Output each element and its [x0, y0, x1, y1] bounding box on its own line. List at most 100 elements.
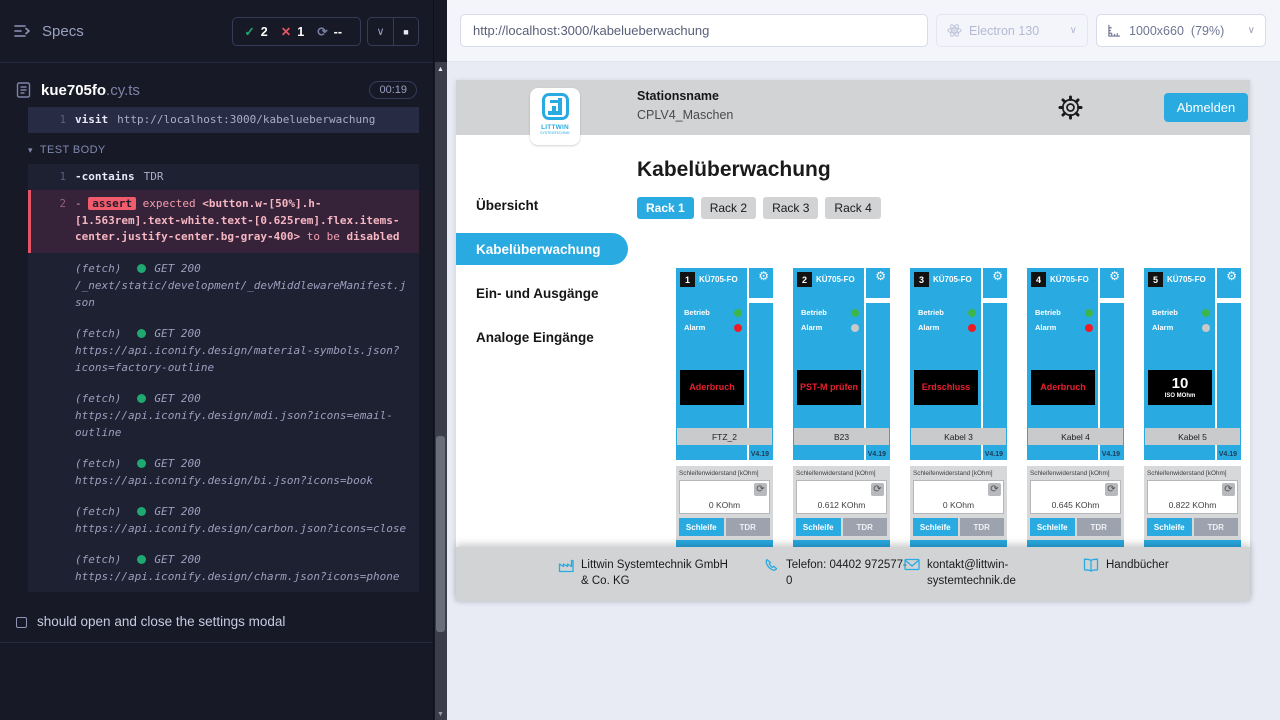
- module-number: 4: [1031, 272, 1046, 287]
- command-row-visit[interactable]: 1 visit http://localhost:3000/kabelueber…: [28, 107, 419, 133]
- module-gear-icon[interactable]: ⚙: [1109, 270, 1120, 282]
- module-display: Aderbruch: [1031, 370, 1095, 405]
- fetch-log-row[interactable]: (fetch) GET 200 https://api.iconify.desi…: [28, 496, 419, 544]
- viewport-size: 1000x660: [1129, 24, 1184, 38]
- cable-label: B23: [794, 428, 889, 445]
- fetch-url: https://api.iconify.design/mdi.json?icon…: [75, 407, 409, 441]
- logo-subtext: SYSTEMTECHNIK: [540, 131, 570, 135]
- test-body-section-header[interactable]: ▾ TEST BODY: [0, 133, 433, 164]
- browser-select[interactable]: Electron 130 ∨: [936, 14, 1088, 47]
- resistance-label: Schleifenwiderstand [kOhm]: [1030, 470, 1121, 477]
- tab-rack-1[interactable]: Rack 1: [637, 197, 694, 219]
- page-title: Kabelüberwachung: [637, 158, 1250, 182]
- betrieb-led: [851, 309, 859, 317]
- scroll-down-arrow[interactable]: ▼: [434, 711, 447, 718]
- ruler-icon: [1107, 24, 1122, 37]
- fetch-status: GET 200: [154, 260, 200, 277]
- module-face: 3 KÜ705-FO ⚙ Betrieb Alarm Erdschluss: [910, 268, 1007, 460]
- footer-manuals-link[interactable]: Handbücher: [1083, 557, 1169, 573]
- alarm-led: [851, 324, 859, 332]
- app-main: Kabelüberwachung Rack 1 Rack 2 Rack 3 Ra…: [625, 135, 1250, 547]
- fetch-log-row[interactable]: (fetch) GET 200 /_next/static/developmen…: [28, 253, 419, 318]
- caret-down-icon: ▾: [28, 145, 33, 156]
- module-cards: 1 KÜ705-FO ⚙ Betrieb Alarm Aderbruch: [676, 268, 1241, 547]
- spec-duration-badge: 00:19: [369, 81, 417, 99]
- cable-label: Kabel 5: [1145, 428, 1240, 445]
- nav-item-ein-und-ausgaenge[interactable]: Ein- und Ausgänge: [456, 277, 625, 309]
- assert-dash: -: [75, 197, 82, 210]
- resistance-panel: Schleifenwiderstand [kOhm] ⟳ 0.612 KOhm …: [793, 466, 890, 540]
- module-gear-icon[interactable]: ⚙: [875, 270, 886, 282]
- spec-file-row[interactable]: kue705fo .cy.ts 00:19: [0, 77, 433, 103]
- schleife-button[interactable]: Schleife: [796, 518, 841, 536]
- command-row-contains[interactable]: 1 -contains TDR: [28, 164, 419, 190]
- viewport-select[interactable]: 1000x660 (79%) ∨: [1096, 14, 1266, 47]
- fetch-status: GET 200: [154, 503, 200, 520]
- specs-menu-button[interactable]: Specs: [14, 23, 84, 40]
- module-number: 3: [914, 272, 929, 287]
- led-label-betrieb: Betrieb: [1152, 308, 1178, 317]
- collapse-button[interactable]: ∨: [368, 18, 393, 45]
- stop-button[interactable]: ■: [393, 18, 418, 45]
- nav-item-analoge-eingaenge[interactable]: Analoge Eingänge: [456, 321, 625, 353]
- tdr-button[interactable]: TDR: [960, 518, 1005, 536]
- fetch-log-row[interactable]: (fetch) GET 200 https://api.iconify.desi…: [28, 318, 419, 383]
- refresh-icon[interactable]: ⟳: [871, 483, 884, 496]
- module-model: KÜ705-FO: [1167, 275, 1206, 284]
- resistance-value-box: ⟳ 0.645 KOhm: [1030, 480, 1121, 514]
- spec-file-ext: .cy.ts: [106, 82, 140, 99]
- refresh-icon[interactable]: ⟳: [754, 483, 767, 496]
- url-input[interactable]: http://localhost:3000/kabelueberwachung: [460, 14, 928, 47]
- module-gear-icon[interactable]: ⚙: [758, 270, 769, 282]
- module-card-1: 1 KÜ705-FO ⚙ Betrieb Alarm Aderbruch: [676, 268, 773, 547]
- module-number: 5: [1148, 272, 1163, 287]
- nav-item-uebersicht[interactable]: Übersicht: [456, 189, 625, 221]
- display-text: PST-M prüfen: [800, 382, 858, 392]
- module-gear-icon[interactable]: ⚙: [1226, 270, 1237, 282]
- app-footer: Littwin Systemtechnik GmbH & Co. KG Tele…: [456, 547, 1250, 601]
- module-model: KÜ705-FO: [816, 275, 855, 284]
- module-card-3: 3 KÜ705-FO ⚙ Betrieb Alarm Erdschluss: [910, 268, 1007, 547]
- tdr-button[interactable]: TDR: [843, 518, 888, 536]
- app-under-test: LITTWIN SYSTEMTECHNIK Stationsname CPLV4…: [456, 80, 1250, 601]
- refresh-icon[interactable]: ⟳: [988, 483, 1001, 496]
- alarm-led: [1085, 324, 1093, 332]
- fetch-url: https://api.iconify.design/carbon.json?i…: [75, 520, 409, 537]
- refresh-icon[interactable]: ⟳: [1222, 483, 1235, 496]
- module-gear-icon[interactable]: ⚙: [992, 270, 1003, 282]
- command-row-assert-failed[interactable]: 2 - assert expected <button.w-[50%].h-[1…: [28, 190, 419, 253]
- resistance-label: Schleifenwiderstand [kOhm]: [1147, 470, 1238, 477]
- viewport-zoom: (79%): [1191, 24, 1224, 38]
- scrollbar-thumb[interactable]: [436, 436, 445, 632]
- scroll-up-arrow[interactable]: ▲: [434, 66, 447, 73]
- tab-rack-3[interactable]: Rack 3: [763, 197, 818, 219]
- fetch-log-row[interactable]: (fetch) GET 200 https://api.iconify.desi…: [28, 544, 419, 592]
- display-subtext: ISO MOhm: [1165, 393, 1196, 399]
- tdr-button[interactable]: TDR: [1077, 518, 1122, 536]
- assert-message: - assert expected <button.w-[50%].h-[1.5…: [75, 196, 409, 246]
- schleife-button[interactable]: Schleife: [1030, 518, 1075, 536]
- fetch-log-row[interactable]: (fetch) GET 200 https://api.iconify.desi…: [28, 448, 419, 496]
- pending-test-row[interactable]: should open and close the settings modal: [0, 605, 433, 643]
- footer-phone[interactable]: Telefon: 04402 972577-0: [764, 557, 910, 589]
- schleife-button[interactable]: Schleife: [1147, 518, 1192, 536]
- phone-icon: [764, 558, 779, 573]
- tab-rack-4[interactable]: Rack 4: [825, 197, 880, 219]
- footer-email[interactable]: kontakt@littwin-systemtechnik.de: [904, 557, 1047, 589]
- settings-gear-icon[interactable]: [1057, 94, 1084, 121]
- tdr-button[interactable]: TDR: [1194, 518, 1239, 536]
- test-stats[interactable]: ✓ 2 ✕ 1 ⟳ --: [232, 17, 361, 46]
- refresh-icon[interactable]: ⟳: [1105, 483, 1118, 496]
- fetch-log-row[interactable]: (fetch) GET 200 https://api.iconify.desi…: [28, 383, 419, 448]
- nav-item-kabelueberwachung[interactable]: Kabelüberwachung: [456, 233, 628, 265]
- schleife-button[interactable]: Schleife: [913, 518, 958, 536]
- schleife-button[interactable]: Schleife: [679, 518, 724, 536]
- display-text: Erdschluss: [922, 382, 971, 392]
- alarm-led: [968, 324, 976, 332]
- tdr-button[interactable]: TDR: [726, 518, 771, 536]
- betrieb-led: [968, 309, 976, 317]
- logout-button[interactable]: Abmelden: [1164, 93, 1248, 122]
- tab-rack-2[interactable]: Rack 2: [701, 197, 756, 219]
- led-label-alarm: Alarm: [918, 323, 939, 332]
- stop-icon: ■: [403, 27, 408, 37]
